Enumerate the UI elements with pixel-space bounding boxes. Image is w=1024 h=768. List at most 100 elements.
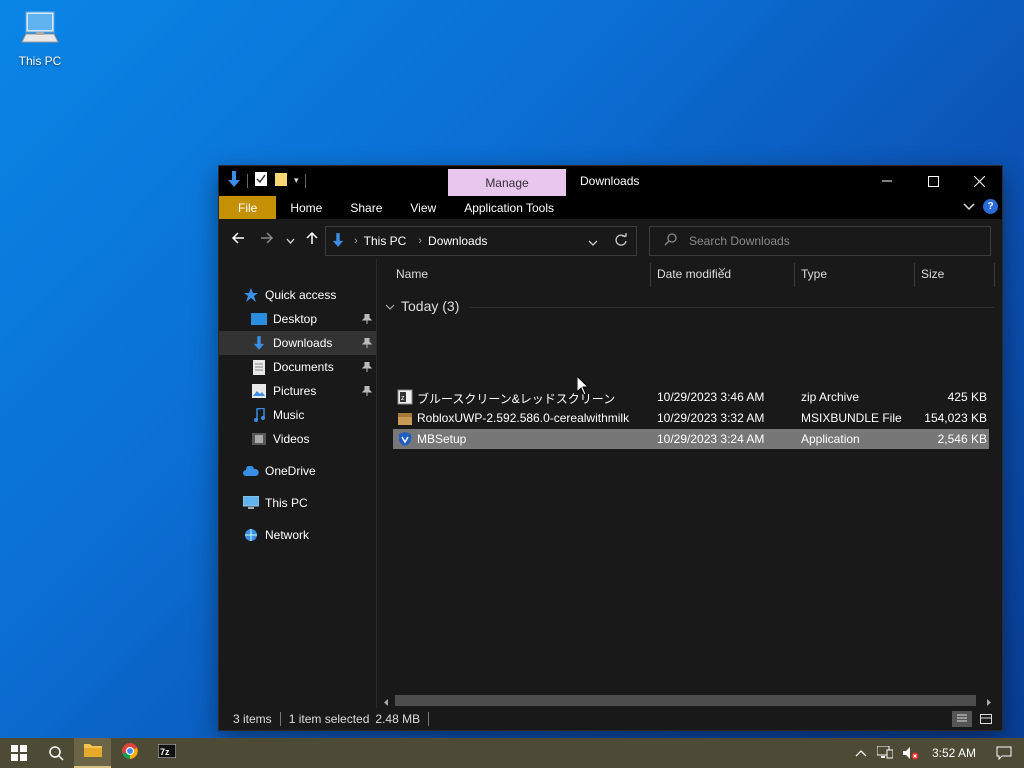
column-header-name[interactable]: Name	[396, 267, 428, 281]
volume-muted-icon[interactable]	[898, 738, 924, 768]
pin-icon[interactable]	[361, 385, 373, 399]
sidebar-item-label: Pictures	[273, 384, 317, 398]
sidebar-item-desktop[interactable]: Desktop	[219, 307, 376, 331]
file-list-pane: Name Date modified Type Size Today (3) z	[377, 259, 1002, 708]
download-arrow-icon	[251, 335, 267, 351]
sidebar-item-videos[interactable]: Videos	[219, 427, 376, 451]
file-row-msixbundle[interactable]: RobloxUWP-2.592.586.0-cerealwithmilk 10/…	[393, 408, 989, 428]
address-dropdown-icon[interactable]	[588, 236, 598, 250]
status-divider	[279, 712, 281, 726]
search-icon	[664, 233, 677, 249]
sidebar-item-quick-access[interactable]: Quick access	[243, 283, 376, 307]
tab-file[interactable]: File	[219, 196, 277, 219]
column-divider[interactable]	[794, 263, 795, 287]
pin-icon[interactable]	[361, 361, 373, 375]
horizontal-scrollbar[interactable]	[377, 692, 994, 708]
refresh-icon[interactable]	[614, 233, 628, 250]
system-tray: 3:52 AM	[850, 738, 1024, 768]
status-divider	[428, 712, 430, 726]
tab-home[interactable]: Home	[276, 196, 336, 219]
sidebar-item-label: Quick access	[265, 288, 337, 302]
start-button[interactable]	[0, 738, 37, 768]
7zip-icon: 7z	[157, 743, 176, 763]
column-divider[interactable]	[914, 263, 915, 287]
sidebar-item-label: Documents	[273, 360, 334, 374]
breadcrumb-downloads[interactable]: Downloads	[428, 234, 487, 248]
forward-arrow-icon[interactable]	[260, 231, 274, 248]
file-size: 154,023 KB	[924, 411, 987, 425]
column-divider[interactable]	[994, 263, 995, 287]
close-button[interactable]	[956, 166, 1002, 196]
search-button[interactable]	[37, 738, 74, 768]
sidebar-item-network[interactable]: Network	[219, 523, 376, 547]
desktop-icon-this-pc[interactable]: This PC	[12, 8, 68, 68]
sidebar-item-label: Network	[265, 528, 310, 542]
file-size: 425 KB	[947, 390, 987, 404]
sidebar-item-documents[interactable]: Documents	[219, 355, 376, 379]
column-header-type[interactable]: Type	[801, 267, 827, 281]
network-icon	[243, 527, 259, 543]
column-header-size[interactable]: Size	[921, 267, 944, 281]
pin-icon[interactable]	[361, 313, 373, 327]
action-center-button[interactable]	[984, 738, 1024, 768]
properties-icon[interactable]	[254, 171, 268, 190]
back-arrow-icon[interactable]	[231, 231, 245, 248]
search-input[interactable]	[687, 233, 971, 249]
qat-dropdown-icon[interactable]: ▾	[294, 175, 299, 186]
video-icon	[251, 431, 267, 447]
sidebar-item-downloads[interactable]: Downloads	[219, 331, 376, 355]
tab-manage[interactable]: Manage	[448, 169, 566, 196]
column-header-row: Name Date modified Type Size	[377, 259, 1002, 289]
breadcrumb-separator-icon: ›	[418, 235, 423, 247]
group-header-today[interactable]: Today (3)	[385, 298, 459, 314]
help-icon[interactable]: ?	[983, 199, 998, 214]
tab-application-tools[interactable]: Application Tools	[450, 196, 568, 219]
computer-icon	[243, 495, 259, 511]
navigation-bar: › This PC › Downloads	[219, 219, 1002, 259]
sidebar-item-label: This PC	[265, 496, 308, 510]
file-date: 10/29/2023 3:32 AM	[657, 411, 765, 425]
minimize-button[interactable]	[864, 166, 910, 196]
breadcrumb-separator-icon: ›	[354, 235, 358, 247]
tab-share[interactable]: Share	[336, 196, 396, 219]
sidebar-item-pictures[interactable]: Pictures	[219, 379, 376, 403]
desktop-folder-icon	[251, 311, 267, 327]
scrollbar-thumb[interactable]	[395, 695, 976, 706]
network-status-icon[interactable]	[872, 738, 898, 768]
tab-view[interactable]: View	[396, 196, 450, 219]
file-explorer-taskbar-button[interactable]	[74, 738, 111, 768]
quick-access-toolbar: ▾	[227, 171, 306, 190]
chrome-taskbar-button[interactable]	[111, 738, 148, 768]
pin-icon[interactable]	[361, 337, 373, 351]
new-folder-icon[interactable]	[274, 171, 288, 190]
breadcrumb-this-pc[interactable]: This PC	[364, 234, 407, 248]
file-date: 10/29/2023 3:46 AM	[657, 390, 765, 404]
status-bar: 3 items 1 item selected 2.48 MB	[219, 708, 1002, 730]
column-header-date-modified[interactable]: Date modified	[657, 267, 731, 281]
show-hidden-icons-button[interactable]	[850, 738, 872, 768]
column-divider[interactable]	[650, 263, 651, 287]
sidebar-item-label: Music	[273, 408, 305, 422]
search-box[interactable]	[649, 226, 991, 256]
cloud-icon	[243, 463, 259, 479]
ribbon-tabs: File Home Share View Application Tools ?	[219, 196, 1002, 219]
expand-ribbon-icon[interactable]	[963, 200, 975, 214]
taskbar-clock[interactable]: 3:52 AM	[924, 746, 984, 760]
up-arrow-icon[interactable]	[305, 231, 319, 248]
sidebar-item-music[interactable]: Music	[219, 403, 376, 427]
large-icons-view-button[interactable]	[976, 711, 996, 727]
svg-text:7z: 7z	[160, 747, 170, 757]
file-date: 10/29/2023 3:24 AM	[657, 432, 765, 446]
computer-icon	[18, 8, 62, 52]
recent-locations-chevron-icon[interactable]	[286, 234, 295, 248]
document-icon	[251, 359, 267, 375]
address-bar[interactable]: › This PC › Downloads	[325, 226, 637, 256]
file-row-mbsetup[interactable]: MBSetup 10/29/2023 3:24 AM Application 2…	[393, 429, 989, 449]
details-view-button[interactable]	[952, 711, 972, 727]
sidebar-item-this-pc[interactable]: This PC	[219, 491, 376, 515]
7zip-taskbar-button[interactable]: 7z	[148, 738, 185, 768]
file-row-zip[interactable]: z ブルースクリーン&レッドスクリーン 10/29/2023 3:46 AM z…	[393, 387, 989, 407]
maximize-button[interactable]	[910, 166, 956, 196]
sidebar-item-onedrive[interactable]: OneDrive	[219, 459, 376, 483]
toolbar-divider	[304, 173, 306, 188]
